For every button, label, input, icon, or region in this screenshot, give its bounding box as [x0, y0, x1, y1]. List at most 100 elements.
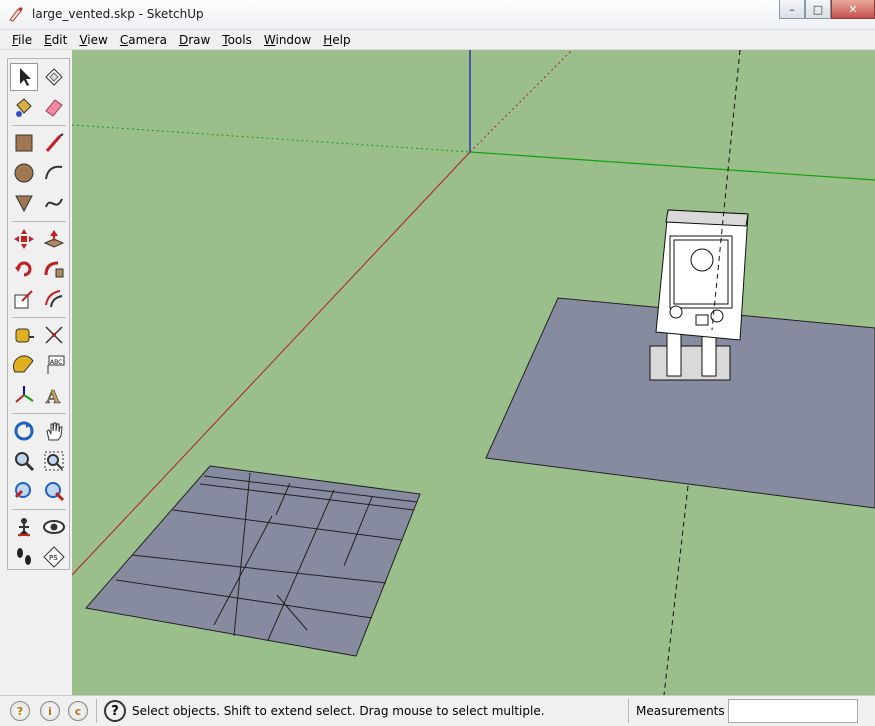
svg-text:A: A [45, 387, 61, 407]
zoom-tool[interactable] [10, 447, 38, 475]
text-tool[interactable]: ABC [40, 351, 68, 379]
menu-accelerator: E [44, 32, 52, 47]
zoom-icon [15, 452, 35, 472]
select-tool[interactable] [10, 63, 38, 91]
text-icon: ABC [47, 355, 65, 374]
menu-tools[interactable]: Tools [216, 33, 258, 47]
scale-tool[interactable] [10, 285, 38, 313]
svg-text:PS: PS [49, 554, 58, 562]
menu-edit[interactable]: Edit [38, 33, 73, 47]
guide-line-lower [663, 485, 689, 695]
credits-icon[interactable]: i [40, 701, 60, 721]
help-icon[interactable]: ? [104, 700, 126, 722]
follow-me-tool[interactable] [40, 255, 68, 283]
svg-text:ABC: ABC [50, 359, 62, 366]
window-controls: – □ ✕ [779, 0, 875, 20]
zoom-window-tool[interactable] [40, 447, 68, 475]
section-plane-icon: PS [43, 546, 65, 568]
status-bar: ? i c ? Select objects. Shift to extend … [0, 695, 875, 726]
freehand-icon [45, 198, 63, 208]
menu-window[interactable]: Window [258, 33, 317, 47]
geo-location-icon[interactable]: ? [10, 701, 30, 721]
menu-label-rest: amera [128, 32, 167, 47]
freehand-tool[interactable] [40, 189, 68, 217]
previous-view-tool[interactable] [10, 477, 38, 505]
toolbar-separator [12, 317, 66, 318]
push-pull-tool[interactable] [40, 225, 68, 253]
protractor-icon [12, 355, 34, 373]
paint-bucket-tool[interactable] [10, 93, 38, 121]
toolbar-separator [12, 413, 66, 414]
tiled-floor[interactable] [85, 465, 421, 657]
arc-tool[interactable] [40, 159, 68, 187]
status-divider [628, 699, 629, 723]
scene-canvas[interactable] [72, 50, 875, 695]
close-button[interactable]: ✕ [831, 0, 875, 19]
rotate-tool[interactable] [10, 255, 38, 283]
zoom-extents-tool[interactable] [40, 477, 68, 505]
orbit-icon [14, 421, 34, 441]
menu-file[interactable]: File [6, 33, 38, 47]
line-icon [45, 133, 64, 152]
move-tool[interactable] [10, 225, 38, 253]
pan-tool[interactable] [40, 417, 68, 445]
arc-icon [45, 165, 63, 180]
measurements-label: Measurements [636, 704, 725, 718]
menu-label-rest: ile [18, 32, 33, 47]
rectangle-icon [15, 134, 33, 152]
window-title: large_vented.skp - SketchUp [32, 7, 204, 21]
tool-palette: ABC A PS [7, 58, 70, 570]
section-plane-tool[interactable]: PS [40, 543, 68, 571]
title-bar: large_vented.skp - SketchUp – □ ✕ [0, 0, 875, 30]
measurements-input[interactable] [728, 699, 858, 723]
menu-label-rest: indow [275, 32, 312, 47]
green-axis-dotted [72, 124, 471, 153]
polygon-tool[interactable] [10, 189, 38, 217]
green-axis [469, 151, 875, 181]
sketchup-logo-icon [9, 7, 23, 22]
pan-icon [46, 422, 63, 441]
line-tool[interactable] [40, 129, 68, 157]
circle-tool[interactable] [10, 159, 38, 187]
tape-measure-tool[interactable] [10, 321, 38, 349]
menu-accelerator: W [263, 32, 276, 47]
menu-bar: File Edit View Camera Draw Tools Window Help [0, 30, 875, 50]
previous-view-icon [14, 482, 31, 499]
menu-help[interactable]: Help [317, 33, 356, 47]
make-component-tool[interactable] [40, 63, 68, 91]
account-icon[interactable]: c [68, 701, 88, 721]
orbit-tool[interactable] [10, 417, 38, 445]
dimension-icon [45, 326, 63, 344]
circle-icon [14, 163, 34, 183]
eraser-tool[interactable] [40, 93, 68, 121]
menu-view[interactable]: View [73, 33, 113, 47]
menu-label-rest: raw [188, 32, 211, 47]
polygon-icon [15, 195, 33, 213]
rectangle-tool[interactable] [10, 129, 38, 157]
menu-camera[interactable]: Camera [114, 33, 173, 47]
menu-label-rest: elp [332, 32, 351, 47]
make-component-icon [45, 68, 63, 86]
paint-bucket-icon [16, 98, 32, 117]
protractor-tool[interactable] [10, 351, 38, 379]
walk-tool[interactable] [10, 543, 38, 571]
status-message: Select objects. Shift to extend select. … [132, 704, 545, 718]
3d-text-tool[interactable]: A [40, 381, 68, 409]
minimize-button[interactable]: – [779, 0, 805, 19]
model-viewport[interactable] [72, 50, 875, 695]
look-around-tool[interactable] [40, 513, 68, 541]
dimension-tool[interactable] [40, 321, 68, 349]
rotate-icon [15, 261, 32, 277]
offset-tool[interactable] [40, 285, 68, 313]
maximize-button[interactable]: □ [805, 0, 831, 19]
position-camera-icon [18, 518, 30, 537]
position-camera-tool[interactable] [10, 513, 38, 541]
tape-measure-icon [15, 328, 34, 343]
select-icon [20, 68, 31, 86]
status-divider [96, 699, 97, 723]
red-axis-dotted [469, 50, 573, 153]
menu-draw[interactable]: Draw [173, 33, 216, 47]
axes-icon [15, 386, 34, 403]
axes-tool[interactable] [10, 381, 38, 409]
move-icon [14, 229, 34, 249]
